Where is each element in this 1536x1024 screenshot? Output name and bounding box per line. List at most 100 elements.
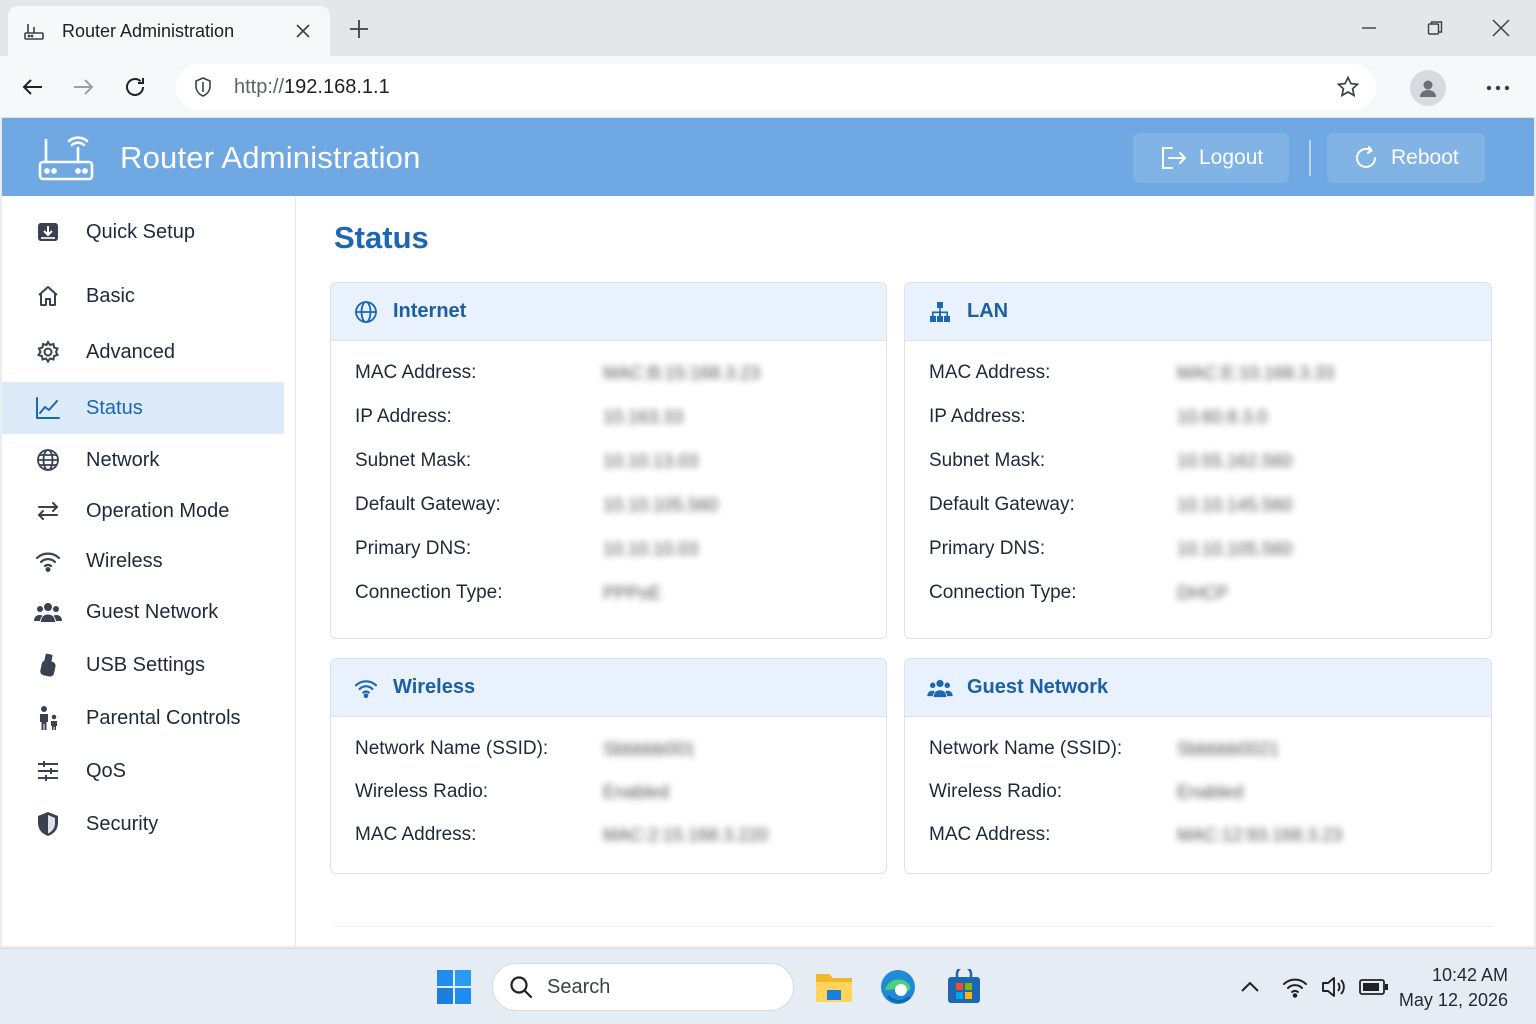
row-label: Subnet Mask: <box>929 450 1046 471</box>
row-label: MAC Address: <box>355 362 477 383</box>
sidebar-item-guest-network[interactable]: Guest Network <box>2 586 284 638</box>
row-value: 10.10.145.560 <box>1177 494 1293 515</box>
info-row: MAC Address: MAC:2:15.168.3.220 <box>355 821 768 849</box>
row-value: Enabled <box>603 781 670 802</box>
card-header: Guest Network <box>905 659 1491 717</box>
sidebar-item-label: Advanced <box>86 340 175 363</box>
sidebar-item-basic[interactable]: Basic <box>2 270 284 322</box>
restore-icon[interactable] <box>1412 10 1458 46</box>
row-value: 10.10.105.560 <box>603 494 719 515</box>
reload-icon[interactable] <box>118 70 152 104</box>
usb-icon <box>34 651 62 679</box>
windows-start-icon[interactable] <box>434 967 474 1007</box>
sliders-icon <box>34 757 62 785</box>
edge-browser-icon[interactable] <box>878 967 918 1007</box>
chevron-up-icon[interactable] <box>1234 971 1266 1003</box>
info-row: Connection Type: DHCP <box>929 579 1228 607</box>
row-label: Network Name (SSID): <box>355 738 549 759</box>
logout-label: Logout <box>1199 146 1264 169</box>
sidebar-item-wireless[interactable]: Wireless <box>2 535 284 587</box>
sidebar-item-label: Security <box>86 812 159 835</box>
card-title: Internet <box>393 300 467 322</box>
wifi-status-icon[interactable] <box>1279 971 1311 1003</box>
sidebar-item-usb-settings[interactable]: USB Settings <box>2 639 284 691</box>
info-row: MAC Address: MAC:B:15:168.3.23 <box>355 359 760 387</box>
sidebar-item-quick-setup[interactable]: Quick Setup <box>2 206 284 258</box>
sidebar-item-operation-mode[interactable]: Operation Mode <box>2 485 284 537</box>
info-row: Subnet Mask: 10.10.13.03 <box>355 447 698 475</box>
sidebar-item-network[interactable]: Network <box>2 434 284 486</box>
lan-card: LAN MAC Address: MAC:E:10.168.3.33 IP Add… <box>904 282 1492 639</box>
card-header: LAN <box>905 283 1491 341</box>
row-label: IP Address: <box>355 406 452 427</box>
sidebar-item-label: Parental Controls <box>86 706 241 729</box>
url-text: http://192.168.1.1 <box>234 76 1328 99</box>
volume-icon[interactable] <box>1318 971 1350 1003</box>
system-clock[interactable]: 10:42 AM May 12, 2026 <box>1398 963 1508 1013</box>
logout-button[interactable]: Logout <box>1133 133 1290 183</box>
row-value: DHCP <box>1177 582 1229 603</box>
network-tree-icon <box>927 299 953 325</box>
tab-title: Router Administration <box>62 20 235 41</box>
reboot-icon <box>1356 146 1376 168</box>
guest-network-card: Guest Network Network Name (SSID): Sbbbbb… <box>904 658 1492 874</box>
back-icon[interactable] <box>16 70 50 104</box>
row-label: IP Address: <box>929 406 1026 427</box>
sidebar-item-label: Quick Setup <box>86 220 195 243</box>
parental-icon <box>34 704 62 732</box>
microsoft-store-icon[interactable] <box>944 967 984 1007</box>
row-label: MAC Address: <box>929 824 1051 845</box>
row-value: 10.10.105.560 <box>1177 538 1293 559</box>
browser-tab[interactable]: Router Administration <box>8 6 330 56</box>
row-label: Subnet Mask: <box>355 450 472 471</box>
taskbar: Search 10:42 AM May 12, 2026 <box>0 948 1536 1024</box>
globe-icon <box>353 299 379 325</box>
new-tab-icon[interactable] <box>344 14 374 44</box>
info-row: Default Gateway: 10.10.145.560 <box>929 491 1292 519</box>
main-content: Status Internet MAC Address: MAC:B:15:168… <box>296 196 1534 946</box>
content-divider <box>334 926 1494 927</box>
more-menu-icon[interactable] <box>1480 70 1516 106</box>
page-title: Status <box>334 220 429 255</box>
bookmark-star-icon[interactable] <box>1328 67 1368 107</box>
row-label: MAC Address: <box>929 362 1051 383</box>
browser-titlebar: Router Administration <box>0 0 1536 56</box>
sidebar-item-label: Guest Network <box>86 600 219 623</box>
battery-icon[interactable] <box>1358 971 1390 1003</box>
profile-avatar-icon[interactable] <box>1410 70 1446 106</box>
sidebar-item-label: Basic <box>86 284 135 307</box>
site-info-icon[interactable] <box>190 74 216 100</box>
sidebar-item-qos[interactable]: QoS <box>2 745 284 797</box>
row-value: MAC:B:15:168.3.23 <box>603 362 761 383</box>
close-window-icon[interactable] <box>1478 10 1524 46</box>
row-value: 10.163.33 <box>603 406 684 427</box>
globe-icon <box>34 446 62 474</box>
row-value: PPPoE <box>603 582 662 603</box>
sidebar-item-status[interactable]: Status <box>2 382 284 434</box>
url-host: 192.168.1.1 <box>284 75 390 98</box>
sidebar-item-label: Network <box>86 448 160 471</box>
file-explorer-icon[interactable] <box>814 967 854 1007</box>
sidebar-item-advanced[interactable]: Advanced <box>2 326 284 378</box>
card-title: Guest Network <box>967 676 1109 698</box>
info-row: Network Name (SSID): Sbbbbb0021 <box>929 735 1279 763</box>
info-row: Default Gateway: 10.10.105.560 <box>355 491 718 519</box>
forward-icon[interactable] <box>66 70 100 104</box>
row-value: Sbbbbb001 <box>603 738 696 759</box>
clock-time: 10:42 AM <box>1431 965 1508 985</box>
row-value: 10.60.8.3.0 <box>1177 406 1268 427</box>
sidebar-item-label: Wireless <box>86 549 163 572</box>
sidebar-item-parental-controls[interactable]: Parental Controls <box>2 692 284 744</box>
minimize-icon[interactable] <box>1346 10 1392 46</box>
logout-icon <box>1162 147 1187 169</box>
wifi-icon <box>353 675 379 701</box>
wireless-card: Wireless Network Name (SSID): Sbbbbb001 W… <box>330 658 887 874</box>
browser-toolbar: http://192.168.1.1 <box>0 56 1536 118</box>
tab-close-icon[interactable] <box>290 18 316 44</box>
reboot-button[interactable]: Reboot <box>1327 133 1485 183</box>
sidebar-item-label: USB Settings <box>86 653 205 676</box>
address-bar[interactable]: http://192.168.1.1 <box>176 64 1376 110</box>
info-row: MAC Address: MAC:12:93.168.3.23 <box>929 821 1342 849</box>
taskbar-search[interactable]: Search <box>492 963 794 1011</box>
sidebar-item-security[interactable]: Security <box>2 798 284 850</box>
